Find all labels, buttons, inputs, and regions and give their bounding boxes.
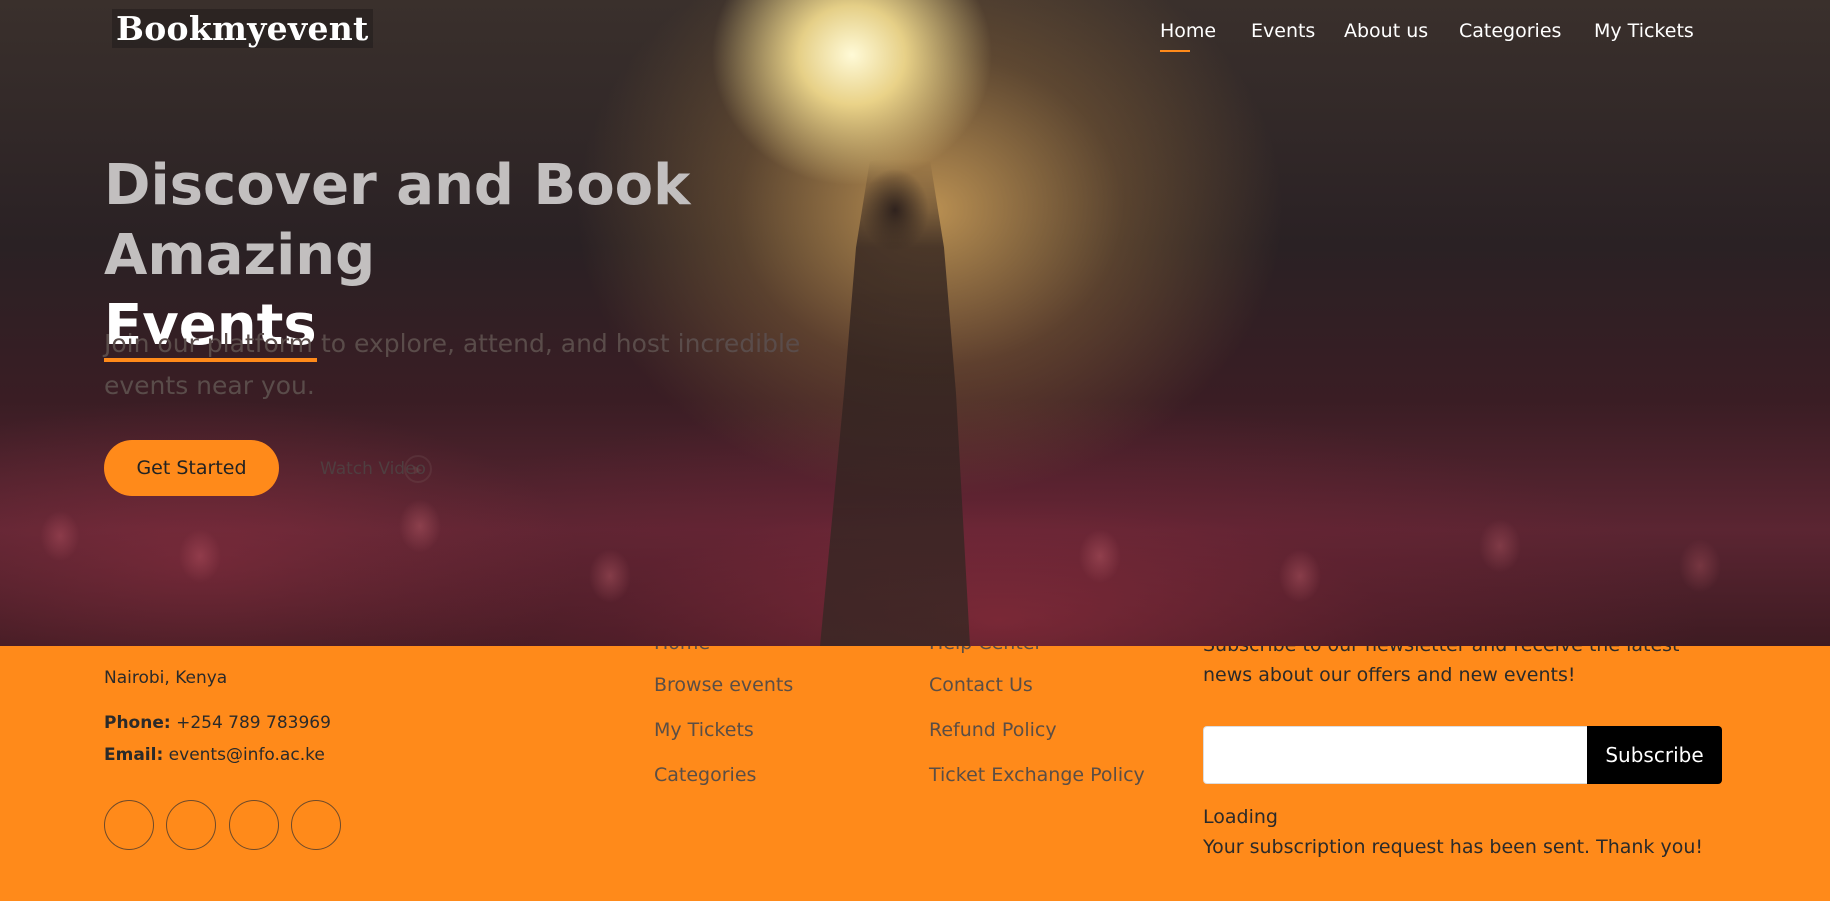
play-icon: ▶ — [403, 455, 432, 483]
crowd-image — [0, 416, 1830, 646]
hero-title-line1: Discover and Book Amazing — [104, 153, 691, 288]
footer-email: Email: events@info.ac.ke — [104, 745, 325, 765]
footer-link-ticket-exchange-policy[interactable]: Ticket Exchange Policy — [929, 764, 1145, 786]
footer-link-clipped-wrapper-2: Help Center — [929, 646, 1079, 654]
footer-link-home[interactable]: Home — [654, 646, 710, 654]
footer: Nairobi, Kenya Phone: +254 789 783969 Em… — [0, 646, 1830, 901]
newsletter-text: Subscribe to our newsletter and receive … — [1203, 646, 1679, 686]
footer-link-categories[interactable]: Categories — [654, 764, 756, 786]
get-started-button[interactable]: Get Started — [104, 440, 279, 496]
watch-video-link[interactable]: Watch Video ▶ — [320, 452, 432, 486]
nav-about-us[interactable]: About us — [1344, 20, 1428, 42]
footer-phone: Phone: +254 789 783969 — [104, 713, 331, 733]
instagram-icon[interactable] — [229, 800, 279, 850]
facebook-icon[interactable] — [166, 800, 216, 850]
footer-link-browse-events[interactable]: Browse events — [654, 674, 793, 696]
twitter-icon[interactable] — [104, 800, 154, 850]
email-label: Email: — [104, 745, 164, 765]
nav-my-tickets[interactable]: My Tickets — [1594, 20, 1694, 42]
email-value[interactable]: events@info.ac.ke — [169, 745, 325, 765]
newsletter-sent-message: Your subscription request has been sent.… — [1203, 836, 1704, 858]
footer-link-clipped-wrapper: Home — [654, 646, 774, 654]
footer-link-refund-policy[interactable]: Refund Policy — [929, 719, 1057, 741]
nav-categories[interactable]: Categories — [1459, 20, 1561, 42]
footer-link-help-center[interactable]: Help Center — [929, 646, 1042, 654]
footer-link-my-tickets[interactable]: My Tickets — [654, 719, 754, 741]
newsletter-loading: Loading — [1203, 806, 1278, 828]
nav-home[interactable]: Home — [1160, 20, 1216, 52]
linkedin-icon[interactable] — [291, 800, 341, 850]
footer-address: Nairobi, Kenya — [104, 668, 228, 688]
phone-value: +254 789 783969 — [176, 713, 331, 733]
brand-logo[interactable]: Bookmyevent — [112, 9, 373, 48]
hero-section: Bookmyevent Home Events About us Categor… — [0, 0, 1830, 646]
footer-link-contact-us[interactable]: Contact Us — [929, 674, 1033, 696]
hero-subtitle: Join our platform to explore, attend, an… — [104, 329, 801, 400]
newsletter-text-wrapper: Subscribe to our newsletter and receive … — [1203, 646, 1763, 696]
subscribe-button[interactable]: Subscribe — [1587, 726, 1722, 784]
nav-events[interactable]: Events — [1251, 20, 1315, 42]
newsletter-email-input[interactable] — [1203, 726, 1587, 784]
phone-label: Phone: — [104, 713, 171, 733]
